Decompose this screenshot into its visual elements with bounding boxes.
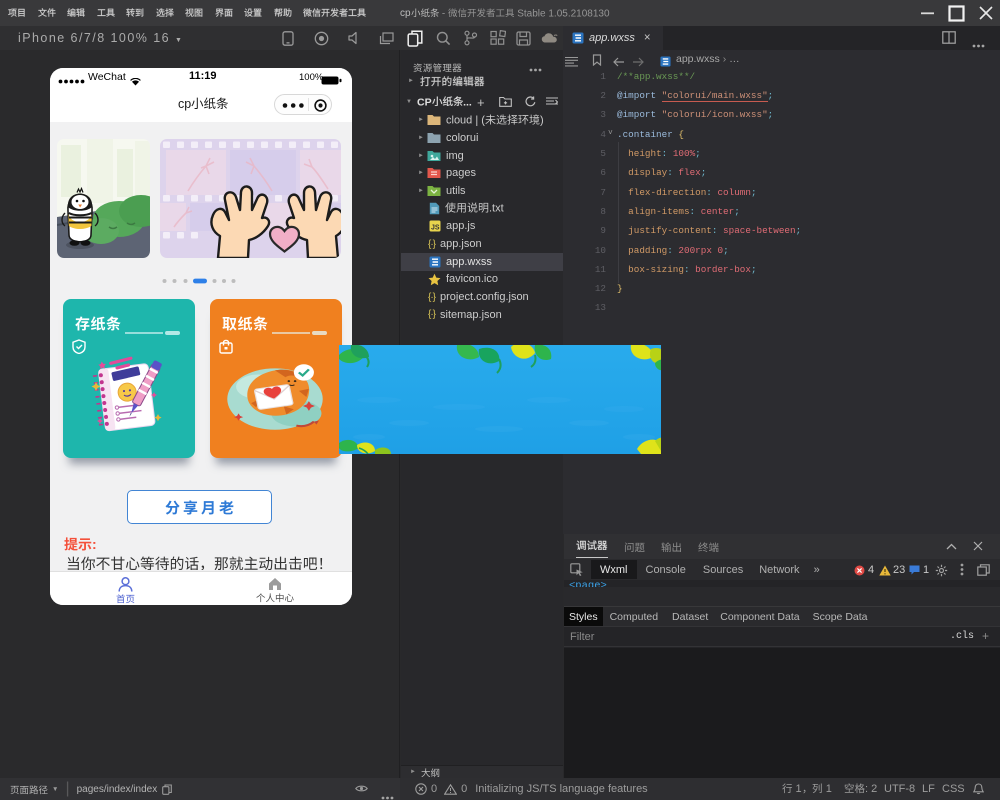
- svg-text:JS: JS: [431, 225, 440, 232]
